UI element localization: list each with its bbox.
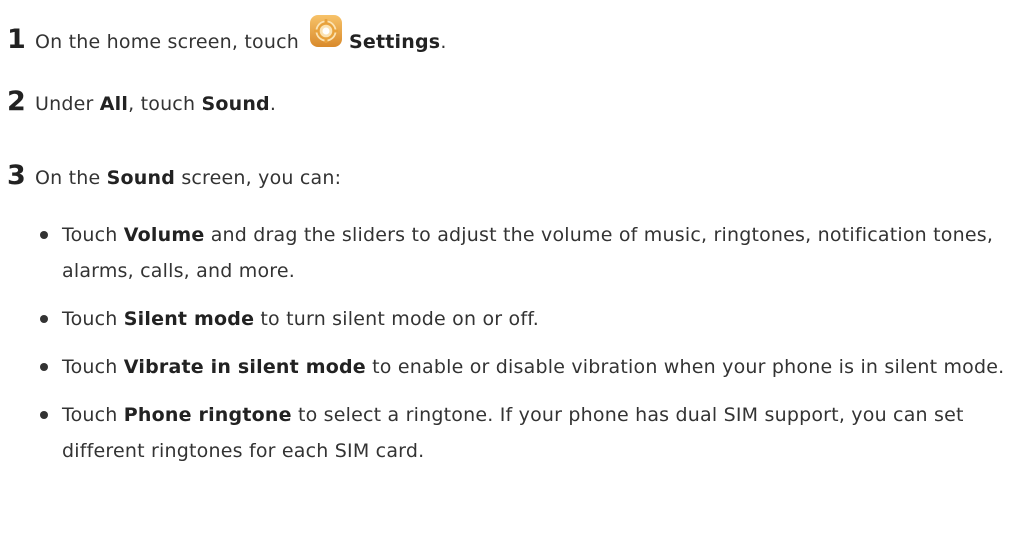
step-number: 2 xyxy=(7,86,26,117)
settings-label: Settings xyxy=(349,31,441,53)
options-list: Touch Volume and drag the sliders to adj… xyxy=(38,217,1004,481)
list-item-phone-ringtone: Touch Phone ringtone to select a rington… xyxy=(38,397,1033,469)
step-text-end: . xyxy=(269,93,277,115)
vibrate-silent-label: Vibrate in silent mode xyxy=(123,356,366,378)
silent-mode-label: Silent mode xyxy=(123,308,255,330)
bullet-rest: to enable or disable vibration when your… xyxy=(372,356,1005,378)
list-item-volume: Touch Volume and drag the sliders to adj… xyxy=(38,217,1002,289)
step-1: 1 On the home screen, touch Settings. xyxy=(7,14,447,55)
step-number: 1 xyxy=(7,24,26,55)
step-text: On the home screen, touch xyxy=(35,31,300,53)
volume-label: Volume xyxy=(123,224,205,246)
step-3: 3 On the Sound screen, you can: xyxy=(7,160,341,191)
step-text: Under xyxy=(35,93,94,115)
step-text-end: . xyxy=(440,31,447,53)
all-label: All xyxy=(99,93,129,115)
step-text: On the xyxy=(35,167,101,189)
bullet-lead: Touch xyxy=(62,356,118,378)
step-text-end: screen, you can: xyxy=(181,167,342,189)
bullet-lead: Touch xyxy=(62,224,118,246)
bullet-lead: Touch xyxy=(62,404,118,426)
list-item-silent-mode: Touch Silent mode to turn silent mode on… xyxy=(38,301,998,337)
sound-label: Sound xyxy=(201,93,270,115)
bullet-lead: Touch xyxy=(62,308,118,330)
bullet-rest: to turn silent mode on or off. xyxy=(260,308,540,330)
settings-gear-icon xyxy=(309,14,343,48)
step-number: 3 xyxy=(7,160,26,191)
list-item-vibrate-silent: Touch Vibrate in silent mode to enable o… xyxy=(38,349,1033,385)
step-text-mid: , touch xyxy=(128,93,196,115)
step-2: 2 Under All, touch Sound. xyxy=(7,86,276,117)
phone-ringtone-label: Phone ringtone xyxy=(123,404,292,426)
sound-label: Sound xyxy=(106,167,176,189)
